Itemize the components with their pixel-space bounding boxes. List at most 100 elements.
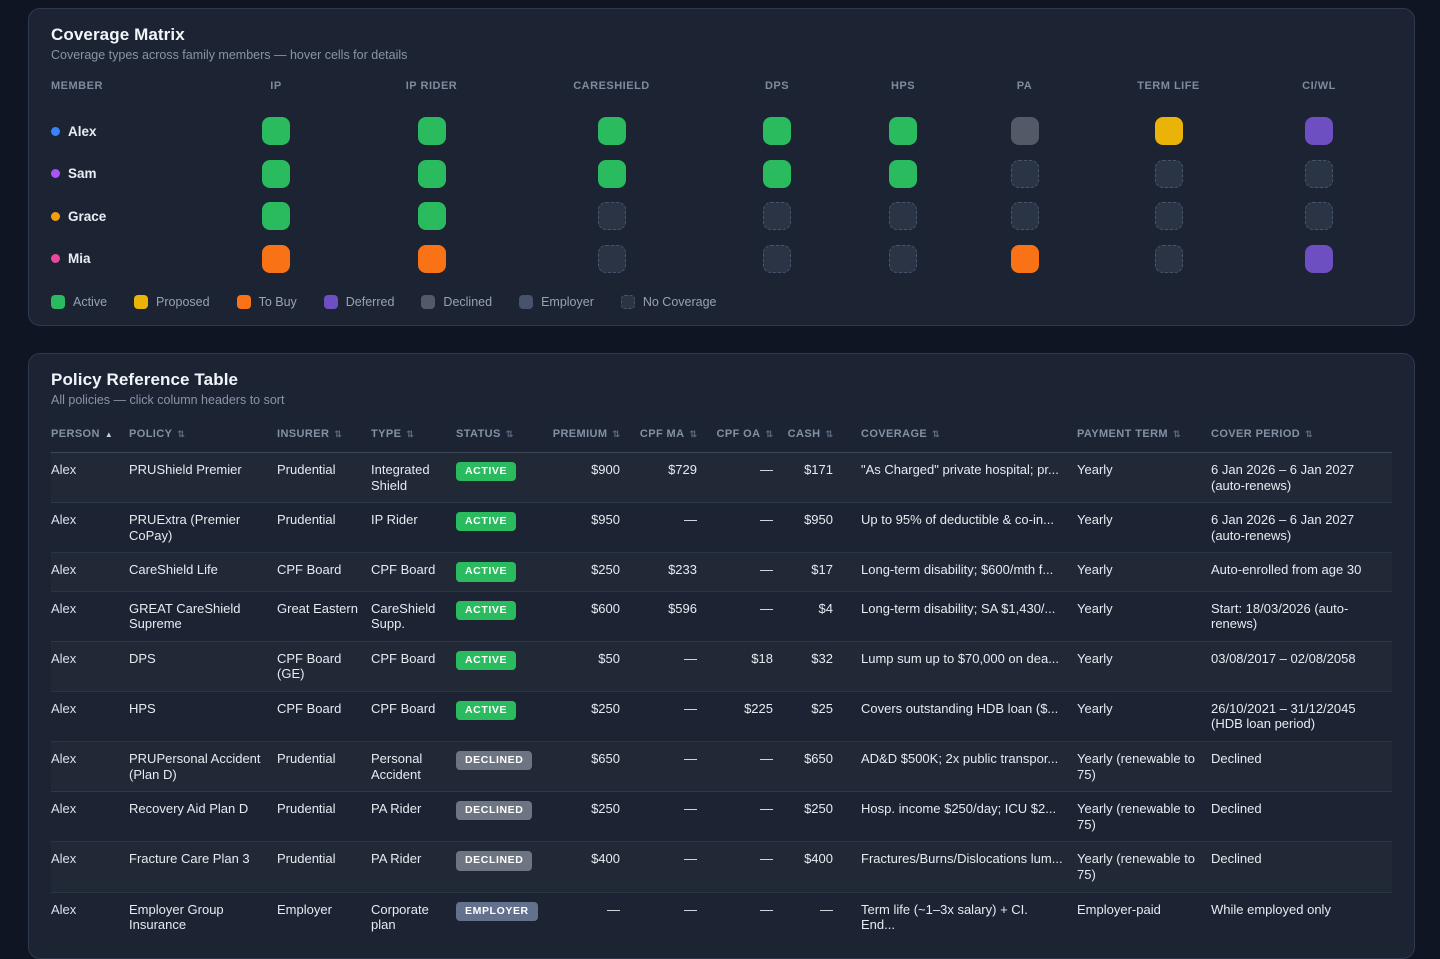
cell-type: Integrated Shield — [371, 453, 456, 503]
status-badge-declined: DECLINED — [456, 801, 532, 820]
legend-swatch-proposed — [134, 295, 148, 309]
matrix-cell-wrap — [706, 153, 848, 196]
member-dot — [51, 212, 60, 221]
col-header-cash[interactable]: CASH⇅ — [785, 424, 845, 453]
legend-label-none: No Coverage — [643, 295, 717, 309]
coverage-cell-mia-term-life-none[interactable] — [1155, 245, 1183, 273]
col-header-type[interactable]: TYPE⇅ — [371, 424, 456, 453]
cell-payment_term: Yearly — [1077, 453, 1211, 503]
coverage-cell-mia-hps-none[interactable] — [889, 245, 917, 273]
coverage-cell-sam-careshield-active[interactable] — [598, 160, 626, 188]
matrix-cell-wrap — [1091, 238, 1246, 281]
coverage-cell-grace-dps-none[interactable] — [763, 202, 791, 230]
col-header-cpf_ma[interactable]: CPF MA⇅ — [632, 424, 709, 453]
cell-premium: $950 — [550, 503, 632, 553]
cell-premium: $250 — [550, 691, 632, 741]
matrix-member-header: MEMBER — [51, 80, 206, 110]
coverage-cell-grace-ip-active[interactable] — [262, 202, 290, 230]
coverage-cell-alex-pa-declined[interactable] — [1011, 117, 1039, 145]
cell-cover_period: 26/10/2021 – 31/12/2045 (HDB loan period… — [1211, 691, 1392, 741]
coverage-cell-grace-term-life-none[interactable] — [1155, 202, 1183, 230]
coverage-cell-sam-ip-active[interactable] — [262, 160, 290, 188]
coverage-cell-alex-hps-active[interactable] — [889, 117, 917, 145]
cell-person: Alex — [51, 792, 129, 842]
member-dot — [51, 169, 60, 178]
cell-policy: PRUShield Premier — [129, 453, 277, 503]
coverage-cell-mia-ci-wl-deferred[interactable] — [1305, 245, 1333, 273]
cell-cpf_oa: $225 — [709, 691, 785, 741]
coverage-cell-sam-hps-active[interactable] — [889, 160, 917, 188]
coverage-cell-sam-term-life-none[interactable] — [1155, 160, 1183, 188]
col-header-label: COVER PERIOD — [1211, 428, 1300, 440]
col-header-insurer[interactable]: INSURER ⇅ — [277, 424, 371, 453]
matrix-cell-wrap — [848, 195, 958, 238]
coverage-cell-mia-pa-tobuy[interactable] — [1011, 245, 1039, 273]
matrix-col-header-term-life: TERM LIFE — [1091, 80, 1246, 110]
matrix-cell-wrap — [206, 238, 346, 281]
member-name: Mia — [68, 251, 91, 266]
cell-insurer: CPF Board — [277, 691, 371, 741]
coverage-cell-mia-dps-none[interactable] — [763, 245, 791, 273]
coverage-cell-mia-ip-rider-tobuy[interactable] — [418, 245, 446, 273]
cell-cpf_ma: — — [632, 792, 709, 842]
col-header-cpf_oa[interactable]: CPF OA⇅ — [709, 424, 785, 453]
cell-cash: $4 — [785, 591, 845, 641]
col-header-premium[interactable]: PREMIUM⇅ — [550, 424, 632, 453]
col-header-label: INSURER — [277, 428, 329, 440]
coverage-cell-sam-pa-none[interactable] — [1011, 160, 1039, 188]
cell-payment_term: Yearly — [1077, 503, 1211, 553]
matrix-cell-wrap — [1246, 110, 1392, 153]
col-header-cover_period[interactable]: COVER PERIOD ⇅ — [1211, 424, 1392, 453]
legend-swatch-deferred — [324, 295, 338, 309]
status-badge-employer: EMPLOYER — [456, 902, 538, 921]
legend-item-none: No Coverage — [621, 295, 717, 309]
table-row: AlexFracture Care Plan 3PrudentialPA Rid… — [51, 842, 1392, 892]
matrix-cell-wrap — [1091, 195, 1246, 238]
col-header-policy[interactable]: POLICY⇅ — [129, 424, 277, 453]
coverage-cell-grace-ci-wl-none[interactable] — [1305, 202, 1333, 230]
col-header-status[interactable]: STATUS⇅ — [456, 424, 550, 453]
cell-status: ACTIVE — [456, 691, 550, 741]
matrix-cell-wrap — [1091, 153, 1246, 196]
coverage-cell-grace-careshield-none[interactable] — [598, 202, 626, 230]
member-label-sam: Sam — [51, 153, 206, 196]
cell-payment_term: Yearly — [1077, 553, 1211, 591]
coverage-cell-alex-ip-rider-active[interactable] — [418, 117, 446, 145]
coverage-cell-sam-ip-rider-active[interactable] — [418, 160, 446, 188]
coverage-cell-grace-hps-none[interactable] — [889, 202, 917, 230]
coverage-cell-alex-ci-wl-deferred[interactable] — [1305, 117, 1333, 145]
matrix-cell-wrap — [206, 195, 346, 238]
status-badge-active: ACTIVE — [456, 701, 516, 720]
coverage-cell-mia-careshield-none[interactable] — [598, 245, 626, 273]
legend-label-declined: Declined — [443, 295, 492, 309]
cell-status: ACTIVE — [456, 591, 550, 641]
sort-toggle-icon: ⇅ — [334, 429, 342, 439]
coverage-cell-grace-ip-rider-active[interactable] — [418, 202, 446, 230]
coverage-matrix-subtitle: Coverage types across family members — h… — [51, 48, 1392, 62]
coverage-cell-mia-ip-tobuy[interactable] — [262, 245, 290, 273]
coverage-cell-alex-dps-active[interactable] — [763, 117, 791, 145]
coverage-cell-sam-dps-active[interactable] — [763, 160, 791, 188]
cell-status: DECLINED — [456, 842, 550, 892]
legend-label-deferred: Deferred — [346, 295, 395, 309]
coverage-cell-alex-ip-active[interactable] — [262, 117, 290, 145]
cell-status: DECLINED — [456, 792, 550, 842]
sort-toggle-icon: ⇅ — [1305, 429, 1313, 439]
policy-table-title: Policy Reference Table — [51, 370, 1392, 390]
col-header-label: PERSON — [51, 428, 100, 440]
coverage-cell-sam-ci-wl-none[interactable] — [1305, 160, 1333, 188]
cell-cover_period: Start: 18/03/2026 (auto-renews) — [1211, 591, 1392, 641]
matrix-cell-wrap — [206, 153, 346, 196]
col-header-payment_term[interactable]: PAYMENT TERM⇅ — [1077, 424, 1211, 453]
col-header-person[interactable]: PERSON▲ — [51, 424, 129, 453]
coverage-cell-grace-pa-none[interactable] — [1011, 202, 1039, 230]
cell-insurer: Great Eastern — [277, 591, 371, 641]
coverage-cell-alex-careshield-active[interactable] — [598, 117, 626, 145]
col-header-coverage[interactable]: COVERAGE⇅ — [845, 424, 1077, 453]
cell-coverage: Fractures/Burns/Dislocations lum... — [845, 842, 1077, 892]
coverage-cell-alex-term-life-proposed[interactable] — [1155, 117, 1183, 145]
cell-person: Alex — [51, 691, 129, 741]
table-header-row: PERSON▲POLICY⇅INSURER ⇅ TYPE⇅STATUS⇅PREMIU… — [51, 424, 1392, 453]
cell-coverage: Long-term disability; $600/mth f... — [845, 553, 1077, 591]
cell-cash: $650 — [785, 742, 845, 792]
